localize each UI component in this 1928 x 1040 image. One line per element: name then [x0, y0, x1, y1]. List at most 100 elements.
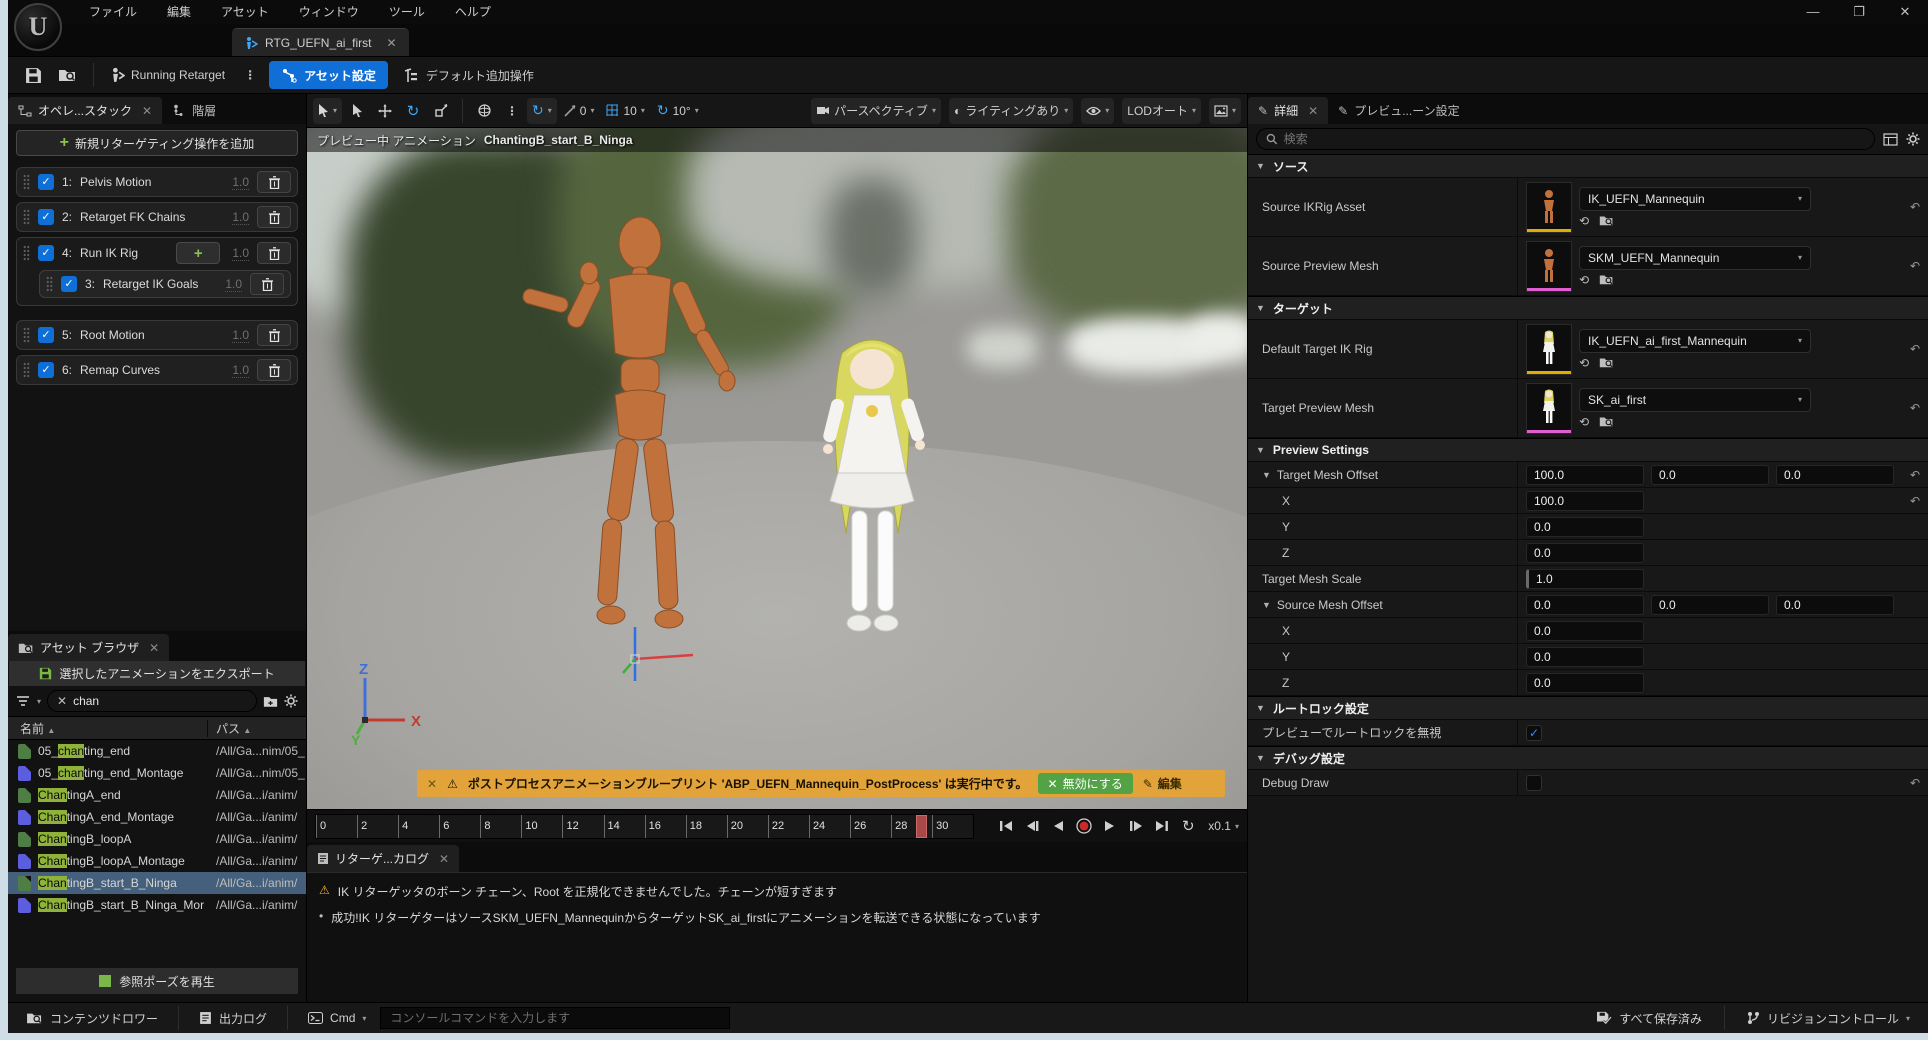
asset-row[interactable]: 05_chanting_end_Montage/All/Ga...nim/05_	[8, 762, 306, 784]
column-name[interactable]: 名前 ▲	[8, 720, 208, 737]
delete-op-button[interactable]	[257, 242, 291, 264]
record-button[interactable]	[1074, 817, 1094, 835]
reset-to-default-icon[interactable]: ↶	[1902, 462, 1928, 487]
target-mesh-scale-field[interactable]: 1.0	[1526, 569, 1644, 589]
select-tool-button[interactable]	[344, 98, 370, 124]
add-child-op-button[interactable]: +	[176, 242, 220, 264]
translate-gizmo[interactable]	[615, 621, 705, 691]
filter-icon[interactable]	[16, 695, 31, 707]
section-source[interactable]: ▼ソース	[1248, 154, 1928, 178]
scale-tool-button[interactable]	[428, 98, 454, 124]
revision-control-button[interactable]: リビジョンコントロール▾	[1737, 1005, 1920, 1031]
save-status-button[interactable]: すべて保存済み	[1586, 1005, 1712, 1031]
browse-icon[interactable]	[1599, 214, 1614, 227]
section-debug[interactable]: ▼デバッグ設定	[1248, 746, 1928, 770]
show-flags-button[interactable]: ▾	[1081, 98, 1114, 124]
op-row-retarget-ik-goals[interactable]: ✓ 3: Retarget IK Goals 1.0	[39, 270, 291, 298]
tab-details[interactable]: ✎ 詳細 ✕	[1248, 97, 1328, 124]
op-stack-tab-close-icon[interactable]: ✕	[142, 104, 152, 118]
source-mesh-thumbnail[interactable]	[1526, 241, 1572, 292]
content-drawer-button[interactable]: コンテンツドロワー	[16, 1005, 168, 1031]
go-to-end-button[interactable]	[1152, 817, 1172, 835]
lod-auto-button[interactable]: LODオート▾	[1122, 98, 1201, 124]
asset-row[interactable]: ChantingB_loopA_Montage/All/Ga...i/anim/	[8, 850, 306, 872]
reset-to-default-icon[interactable]: ↶	[1902, 178, 1928, 236]
delete-op-button[interactable]	[257, 359, 291, 381]
drag-grip-icon[interactable]	[23, 362, 30, 378]
source-ikrig-thumbnail[interactable]	[1526, 182, 1572, 233]
cmd-selector-button[interactable]: Cmd▾	[298, 1005, 376, 1031]
minimize-button[interactable]: —	[1790, 0, 1836, 24]
playback-speed-button[interactable]: x0.1▾	[1208, 819, 1239, 833]
asset-browser-tab-close-icon[interactable]: ✕	[149, 641, 159, 655]
asset-row-selected[interactable]: ChantingB_start_B_Ninga/All/Ga...i/anim/	[8, 872, 306, 894]
tmo-y-field[interactable]: 0.0	[1526, 517, 1644, 537]
section-target[interactable]: ▼ターゲット	[1248, 296, 1928, 320]
source-mesh-offset-x-field[interactable]: 0.0	[1526, 595, 1644, 615]
settings-gear-icon[interactable]	[284, 694, 298, 708]
move-snap-button[interactable]: 0▾	[559, 98, 600, 124]
reset-to-default-icon[interactable]: ↶	[1902, 488, 1928, 513]
op-row-run-ik-rig[interactable]: ✓ 4: Run IK Rig + 1.0	[17, 238, 297, 268]
op-enabled-checkbox[interactable]: ✓	[38, 327, 54, 343]
viewport-scene[interactable]: Z X Y プレビュー中 アニメーション ChantingB_start_B_N…	[307, 128, 1247, 809]
use-selected-icon[interactable]: ⟲	[1579, 415, 1589, 429]
save-search-icon[interactable]	[263, 695, 278, 708]
op-weight-field[interactable]: 1.0	[232, 363, 249, 378]
delete-op-button[interactable]	[257, 206, 291, 228]
play-reverse-button[interactable]	[1048, 817, 1068, 835]
menu-help[interactable]: ヘルプ	[440, 0, 506, 24]
ignore-root-lock-checkbox[interactable]: ✓	[1526, 725, 1542, 741]
tmo-z-field[interactable]: 0.0	[1526, 543, 1644, 563]
op-weight-field[interactable]: 1.0	[232, 175, 249, 190]
asset-settings-button[interactable]: アセット設定	[269, 61, 388, 89]
tab-retarget-log[interactable]: リターゲ...カログ ✕	[307, 845, 459, 872]
menu-tools[interactable]: ツール	[374, 0, 440, 24]
rotation-snap-button[interactable]: ↻10°▾	[652, 98, 704, 124]
reset-to-default-icon[interactable]: ↶	[1902, 237, 1928, 295]
tab-op-stack[interactable]: オペレ...スタック ✕	[8, 97, 162, 124]
op-row-remap-curves[interactable]: ✓ 6: Remap Curves 1.0	[16, 355, 298, 385]
op-enabled-checkbox[interactable]: ✓	[38, 209, 54, 225]
drag-grip-icon[interactable]	[23, 209, 30, 225]
menu-edit[interactable]: 編集	[152, 0, 206, 24]
tmo-x-field[interactable]: 100.0	[1526, 491, 1644, 511]
warning-close-icon[interactable]: ✕	[427, 777, 437, 791]
details-gear-icon[interactable]	[1906, 132, 1920, 146]
asset-row[interactable]: ChantingB_loopA/All/Ga...i/anim/	[8, 828, 306, 850]
op-row-pelvis-motion[interactable]: ✓ 1: Pelvis Motion 1.0	[16, 167, 298, 197]
delete-op-button[interactable]	[257, 324, 291, 346]
log-tab-close-icon[interactable]: ✕	[439, 852, 449, 866]
section-root-lock[interactable]: ▼ルートロック設定	[1248, 696, 1928, 720]
output-log-button[interactable]: 出力ログ	[189, 1005, 277, 1031]
drag-grip-icon[interactable]	[23, 174, 30, 190]
browse-to-asset-button[interactable]	[52, 61, 83, 89]
surface-snap-button[interactable]: ↻▾	[527, 98, 557, 124]
rotate-tool-button[interactable]: ↻	[400, 98, 426, 124]
drag-grip-icon[interactable]	[46, 276, 53, 292]
drag-grip-icon[interactable]	[23, 245, 30, 261]
smo-y-field[interactable]: 0.0	[1526, 647, 1644, 667]
target-ikrig-thumbnail[interactable]	[1526, 324, 1572, 375]
tab-asset-browser[interactable]: アセット ブラウザ ✕	[8, 634, 169, 661]
timeline-ruler[interactable]: 024681012141618202224262830	[315, 814, 974, 839]
asset-row[interactable]: 05_chanting_end/All/Ga...nim/05_	[8, 740, 306, 762]
menu-window[interactable]: ウィンドウ	[284, 0, 374, 24]
target-ikrig-dropdown[interactable]: IK_UEFN_ai_first_Mannequin▾	[1579, 329, 1811, 353]
reset-to-default-icon[interactable]: ↶	[1902, 379, 1928, 437]
tab-rtg-uefn-ai-first[interactable]: RTG_UEFN_ai_first ✕	[232, 28, 409, 56]
op-enabled-checkbox[interactable]: ✓	[38, 362, 54, 378]
target-mesh-thumbnail[interactable]	[1526, 383, 1572, 434]
op-weight-field[interactable]: 1.0	[232, 246, 249, 261]
target-mesh-offset-z-field[interactable]: 0.0	[1776, 465, 1894, 485]
op-enabled-checkbox[interactable]: ✓	[61, 276, 77, 292]
translate-tool-button[interactable]	[372, 98, 398, 124]
target-character-figure[interactable]	[797, 333, 947, 673]
grid-snap-button[interactable]: 10▾	[601, 98, 649, 124]
browse-icon[interactable]	[1599, 356, 1614, 369]
edit-blueprint-button[interactable]: ✎ 編集	[1143, 775, 1182, 792]
tab-hierarchy[interactable]: 階層	[162, 97, 226, 124]
menu-file[interactable]: ファイル	[74, 0, 152, 24]
op-weight-field[interactable]: 1.0	[232, 328, 249, 343]
running-retarget-button[interactable]: Running Retarget	[104, 61, 231, 89]
